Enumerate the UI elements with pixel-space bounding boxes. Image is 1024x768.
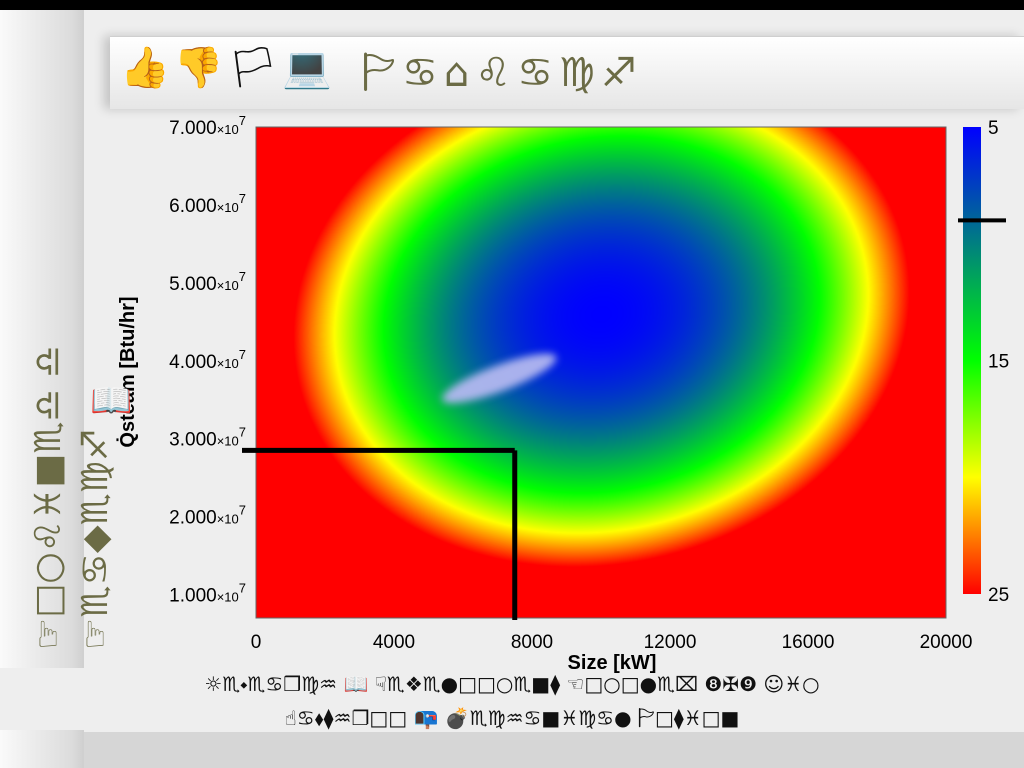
book-icon: 📖 — [90, 381, 132, 421]
x-tick-label: 0 — [251, 632, 262, 653]
x-tick-label: 4000 — [373, 632, 415, 653]
x-tick-label: 12000 — [644, 632, 697, 653]
x-tick-label: 16000 — [782, 632, 835, 653]
colorbar-label: 15 — [988, 352, 1009, 373]
y-tick-label: 5.000×107 — [169, 269, 246, 295]
y-tick-label: 3.000×107 — [169, 425, 246, 451]
colorbar-label: 5 — [988, 118, 999, 139]
y-tick-label: 2.000×107 — [169, 503, 246, 529]
heatmap-field — [256, 127, 946, 618]
x-axis-label: Size [kW] — [568, 652, 657, 674]
colorbar-label: 25 — [988, 585, 1009, 606]
y-tick-label: 1.000×107 — [169, 581, 246, 607]
y-tick-label: 6.000×107 — [169, 191, 246, 217]
y-tick-label: 7.000×107 — [169, 113, 246, 139]
y-axis-label: Q̇steam [Btu/hr] — [115, 296, 139, 447]
contour-chart: 0 4000 8000 12000 16000 20000 1.000×107 2.000×1… — [90, 113, 1009, 674]
y-tick-label: 4.000×107 — [169, 347, 246, 373]
x-tick-label: 8000 — [511, 632, 553, 653]
colorbar — [963, 127, 981, 594]
x-tick-label: 20000 — [920, 632, 973, 653]
